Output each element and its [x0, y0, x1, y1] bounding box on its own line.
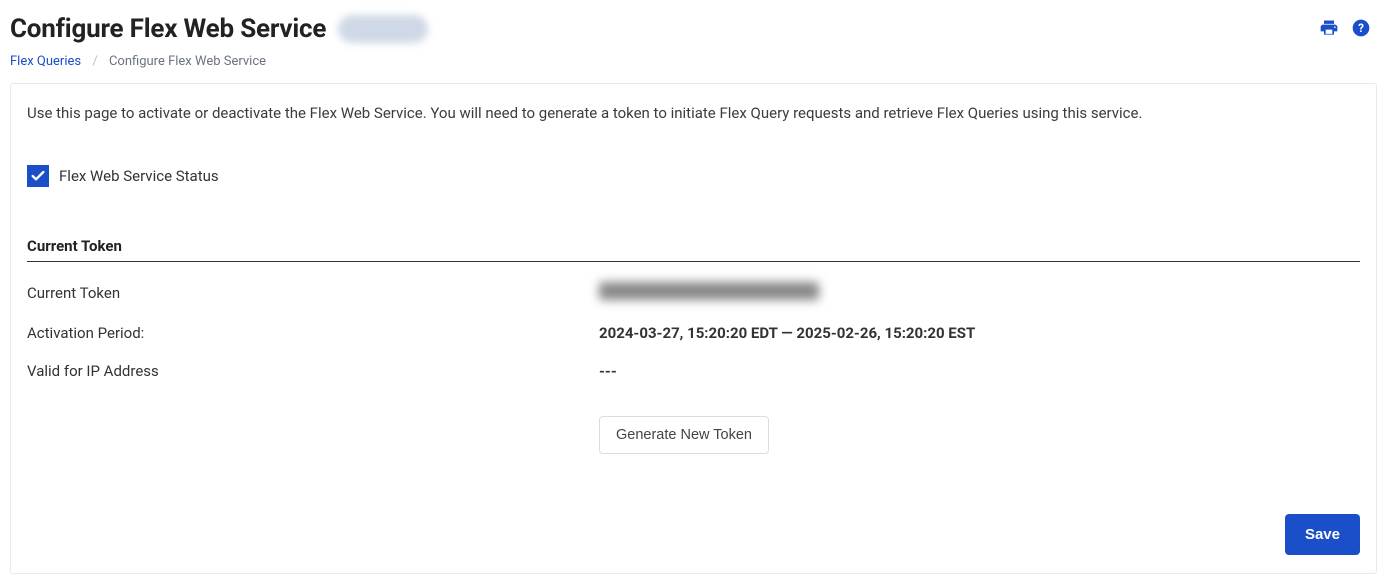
section-heading-current-token: Current Token [27, 237, 1360, 262]
help-icon[interactable]: ? [1351, 18, 1371, 38]
save-button[interactable]: Save [1285, 514, 1360, 555]
breadcrumb-separator: / [84, 54, 105, 69]
svg-text:?: ? [1358, 21, 1364, 35]
status-checkbox[interactable] [27, 165, 49, 187]
redacted-badge [338, 15, 428, 43]
print-icon[interactable] [1319, 18, 1339, 38]
redacted-token [599, 282, 819, 300]
breadcrumb-current: Configure Flex Web Service [109, 54, 266, 69]
activation-period-label: Activation Period: [27, 324, 599, 342]
generate-new-token-button[interactable]: Generate New Token [599, 416, 769, 454]
page-title: Configure Flex Web Service [10, 14, 326, 44]
config-panel: Use this page to activate or deactivate … [10, 83, 1377, 574]
instructions-text: Use this page to activate or deactivate … [27, 102, 1360, 125]
valid-ip-value: --- [599, 362, 617, 380]
valid-ip-label: Valid for IP Address [27, 362, 599, 380]
current-token-value [599, 282, 819, 304]
activation-period-value: 2024-03-27, 15:20:20 EDT — 2025-02-26, 1… [599, 324, 975, 342]
breadcrumb-parent-link[interactable]: Flex Queries [10, 54, 81, 69]
current-token-label: Current Token [27, 284, 599, 302]
status-checkbox-label: Flex Web Service Status [59, 167, 219, 185]
breadcrumb: Flex Queries / Configure Flex Web Servic… [10, 44, 1377, 83]
